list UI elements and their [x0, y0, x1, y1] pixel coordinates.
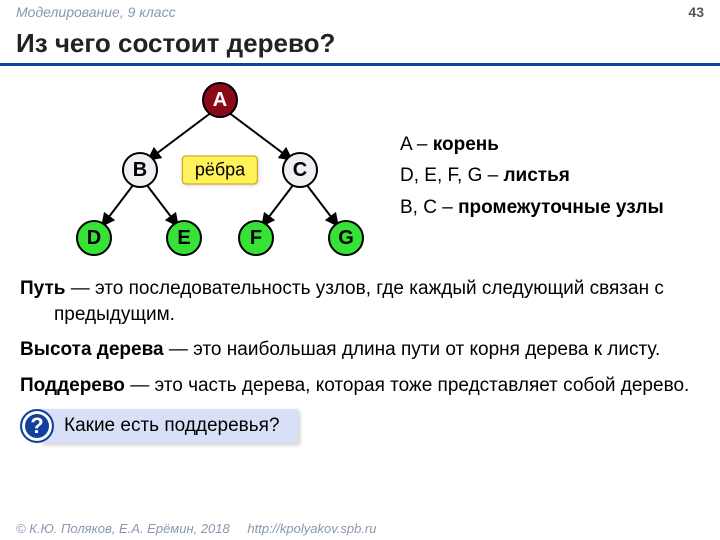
legend-root: A – корень — [400, 130, 664, 159]
question-block: ? Какие есть поддеревья? — [20, 409, 720, 443]
node-d: D — [76, 220, 112, 256]
node-c: C — [282, 152, 318, 188]
legend-intermediate: B, C – промежуточные узлы — [400, 193, 664, 222]
page-number: 43 — [688, 4, 704, 20]
node-b: B — [122, 152, 158, 188]
slide-footer: © К.Ю. Поляков, Е.А. Ерёмин, 2018 http:/… — [16, 521, 376, 536]
tree-diagram: A B C D E F G рёбра — [60, 78, 420, 268]
def-path: Путь — это последовательность узлов, где… — [20, 276, 700, 327]
def-subtree: Поддерево — это часть дерева, которая то… — [20, 373, 700, 399]
slide-header: Моделирование, 9 класс 43 — [0, 0, 720, 22]
node-a: A — [202, 82, 238, 118]
node-f: F — [238, 220, 274, 256]
footer-url: http://kpolyakov.spb.ru — [247, 521, 376, 536]
definitions: Путь — это последовательность узлов, где… — [0, 276, 720, 399]
legend: A – корень D, E, F, G – листья B, C – пр… — [400, 130, 664, 224]
legend-leaves: D, E, F, G – листья — [400, 161, 664, 190]
question-mark-icon: ? — [20, 409, 54, 443]
node-g: G — [328, 220, 364, 256]
content-area: A B C D E F G рёбра A – корень D, E, F, … — [0, 66, 720, 268]
slide-title: Из чего состоит дерево? — [0, 22, 720, 66]
edge-label: рёбра — [182, 156, 258, 185]
def-height: Высота дерева — это наибольшая длина пут… — [20, 337, 700, 363]
node-e: E — [166, 220, 202, 256]
copyright: © К.Ю. Поляков, Е.А. Ерёмин, 2018 — [16, 521, 230, 536]
question-text: Какие есть поддеревья? — [40, 409, 298, 443]
course-label: Моделирование, 9 класс — [16, 4, 176, 20]
